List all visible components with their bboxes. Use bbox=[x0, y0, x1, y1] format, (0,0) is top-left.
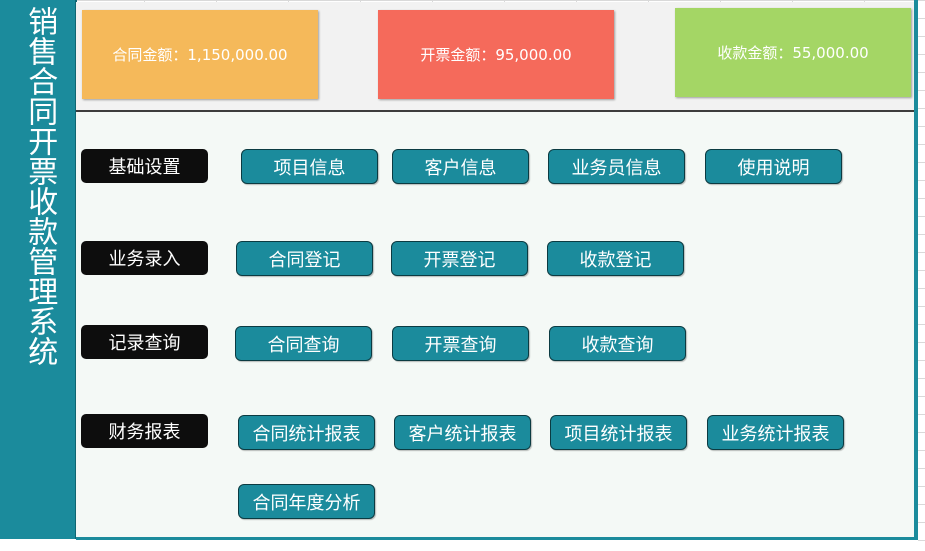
system-title: 销售合同开票收款管理系统 bbox=[22, 6, 58, 366]
right-border bbox=[914, 0, 918, 551]
section-label-entry: 业务录入 bbox=[81, 241, 208, 275]
contract-amount: 合同金额：1,150,000.00 bbox=[112, 46, 288, 64]
contract-amount-card: 合同金额：1,150,000.00 bbox=[82, 10, 318, 99]
receipt-amount: 收款金额：55,000.00 bbox=[717, 44, 869, 62]
navigation-panel: 基础设置 项目信息 客户信息 业务员信息 使用说明 业务录入 合同登记 开票登记… bbox=[76, 112, 916, 537]
section-label-query: 记录查询 bbox=[81, 325, 208, 359]
invoice-amount-card: 开票金额：95,000.00 bbox=[378, 10, 614, 99]
project-info-button[interactable]: 项目信息 bbox=[241, 149, 378, 184]
customer-info-button[interactable]: 客户信息 bbox=[392, 149, 529, 184]
user-guide-button[interactable]: 使用说明 bbox=[705, 149, 842, 184]
receipt-register-button[interactable]: 收款登记 bbox=[547, 241, 684, 276]
customer-stats-report-button[interactable]: 客户统计报表 bbox=[394, 415, 531, 450]
contract-query-button[interactable]: 合同查询 bbox=[235, 326, 372, 361]
invoice-amount: 开票金额：95,000.00 bbox=[420, 46, 572, 64]
salesperson-info-button[interactable]: 业务员信息 bbox=[548, 149, 685, 184]
section-label-report: 财务报表 bbox=[81, 414, 208, 448]
contract-register-button[interactable]: 合同登记 bbox=[236, 241, 373, 276]
project-stats-report-button[interactable]: 项目统计报表 bbox=[550, 415, 687, 450]
section-label-basic: 基础设置 bbox=[81, 149, 208, 183]
sidebar: 销售合同开票收款管理系统 bbox=[4, 0, 77, 539]
invoice-query-button[interactable]: 开票查询 bbox=[392, 326, 529, 361]
receipt-amount-card: 收款金额：55,000.00 bbox=[675, 8, 911, 97]
contract-stats-report-button[interactable]: 合同统计报表 bbox=[238, 415, 375, 450]
receipt-query-button[interactable]: 收款查询 bbox=[549, 326, 686, 361]
bottom-border bbox=[76, 537, 918, 540]
business-stats-report-button[interactable]: 业务统计报表 bbox=[707, 415, 844, 450]
contract-annual-analysis-button[interactable]: 合同年度分析 bbox=[238, 484, 375, 519]
bottom-gap bbox=[0, 539, 918, 551]
summary-band: 合同金额：1,150,000.00 开票金额：95,000.00 收款金额：55… bbox=[76, 2, 916, 112]
invoice-register-button[interactable]: 开票登记 bbox=[391, 241, 528, 276]
